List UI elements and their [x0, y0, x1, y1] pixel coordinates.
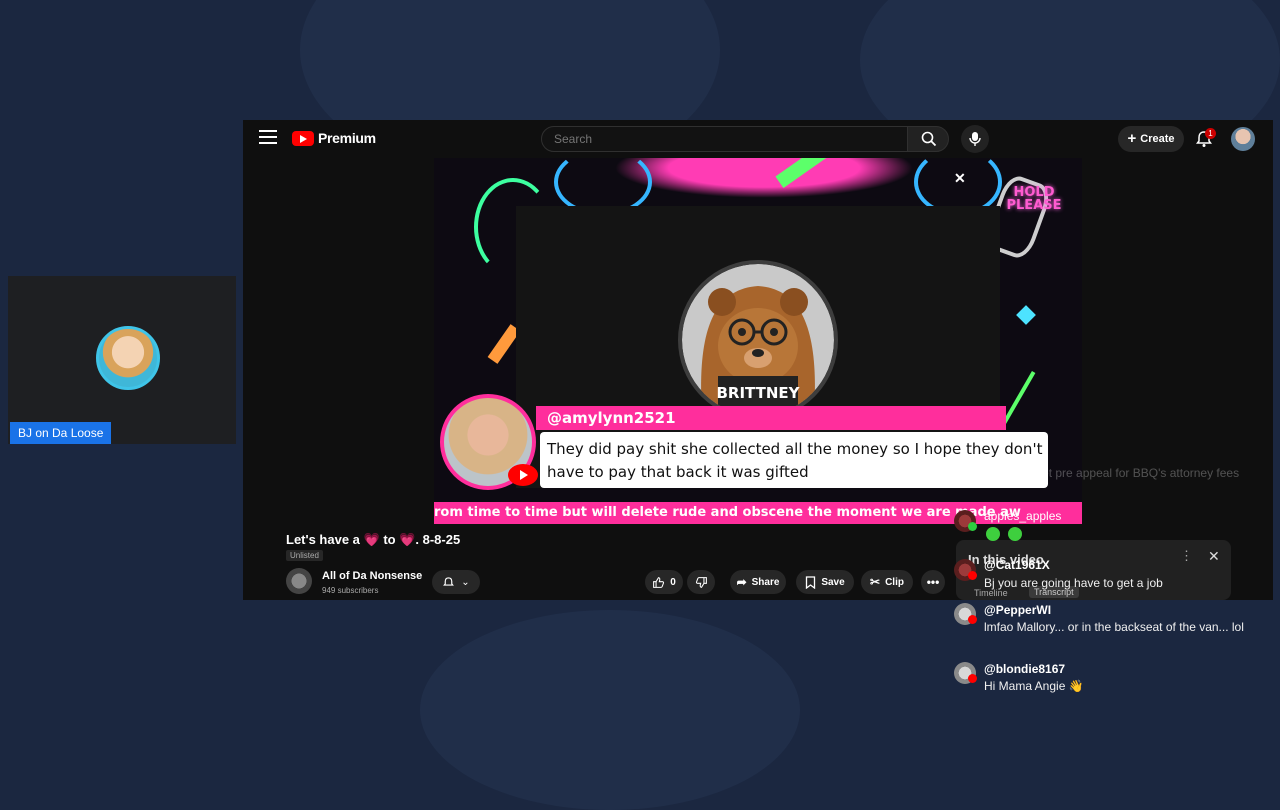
youtube-logo-icon [292, 130, 314, 146]
microphone-icon [969, 132, 981, 146]
faded-chat-message: in the docket pre appeal for BBQ's attor… [984, 466, 1240, 480]
chat-message: Bj you are going have to get a job [984, 576, 1163, 590]
channel-avatar[interactable] [286, 568, 312, 594]
comment-username: @amylynn2521 [547, 409, 676, 427]
save-button[interactable]: Save [796, 570, 854, 594]
youtube-header: Premium + Create 1 [243, 120, 1273, 158]
share-button[interactable]: ➦ Share [730, 570, 786, 594]
scissors-icon: ✂ [870, 575, 881, 589]
bell-icon [443, 576, 455, 586]
profile-avatar[interactable] [1231, 127, 1255, 151]
participant-tile[interactable]: BJ on Da Loose [8, 276, 236, 444]
more-vertical-icon[interactable]: ⋮ [1180, 548, 1193, 564]
thumbs-down-icon [695, 576, 707, 588]
channel-name[interactable]: All of Da Nonsense [322, 570, 422, 582]
logo-text: Premium [318, 130, 376, 146]
more-actions-button[interactable]: ••• [921, 570, 945, 594]
chat-username: @blondie8167 [984, 662, 1066, 676]
video-title: Let's have a 💗 to 💗. 8-8-25 [286, 532, 461, 547]
create-button[interactable]: + Create [1118, 126, 1184, 152]
hold-please-sign: HOLD PLEASE [1006, 185, 1062, 213]
chat-message: Hi Mama Angie 👋 [984, 679, 1084, 693]
participant-avatar [96, 326, 160, 390]
chat-username: @Cat1961X [984, 558, 1050, 572]
chat-emote [986, 527, 1000, 541]
search-input[interactable] [541, 126, 908, 152]
youtube-badge-icon [968, 674, 977, 683]
chat-badge-icon [968, 522, 977, 531]
dislike-button[interactable] [687, 570, 715, 594]
create-label: Create [1140, 133, 1175, 145]
youtube-badge-icon [968, 615, 977, 624]
search-button[interactable] [907, 126, 949, 152]
close-x-icon: ✕ [954, 170, 966, 186]
bookmark-icon [806, 575, 816, 589]
voice-search-button[interactable] [961, 125, 989, 153]
save-label: Save [821, 576, 845, 588]
participant-name-label: BJ on Da Loose [10, 422, 112, 444]
like-button[interactable]: 0 [645, 570, 683, 594]
thumbs-up-icon [653, 576, 665, 588]
notification-count-badge: 1 [1205, 128, 1216, 139]
clip-button[interactable]: ✂ Clip [861, 570, 913, 594]
like-count: 0 [670, 576, 676, 588]
subscriber-count: 949 subscribers [322, 586, 379, 595]
search-icon [921, 131, 937, 147]
unlisted-badge: Unlisted [286, 550, 323, 561]
bear-shirt-text: BRITTNEY [716, 384, 800, 402]
youtube-window: Premium + Create 1 HOLD PLEASE ✕ [243, 120, 1273, 600]
background-shape [420, 610, 800, 810]
chat-username: @PepperWI [984, 603, 1052, 617]
share-icon: ➦ [736, 575, 747, 589]
clip-label: Clip [885, 576, 904, 588]
comment-text: They did pay shit she collected all the … [547, 440, 1043, 481]
youtube-play-icon [508, 464, 538, 486]
youtube-badge-icon [968, 571, 977, 580]
neon-decoration [1016, 305, 1036, 325]
plus-icon: + [1127, 130, 1137, 147]
chat-username: apples_apples [984, 509, 1062, 523]
subscription-notifications-button[interactable]: ⌄ [432, 570, 480, 594]
close-panel-icon[interactable]: ✕ [1208, 548, 1220, 565]
neon-decoration [614, 158, 914, 198]
chat-message: lmfao Mallory... or in the backseat of t… [984, 620, 1244, 634]
youtube-premium-logo[interactable]: Premium [292, 130, 376, 146]
chat-emote [1008, 527, 1022, 541]
share-label: Share [751, 576, 780, 588]
brittney-bear-avatar: BRITTNEY [678, 260, 838, 420]
hamburger-menu-icon[interactable] [259, 130, 277, 144]
chevron-down-icon: ⌄ [461, 576, 470, 588]
more-horizontal-icon: ••• [926, 575, 940, 589]
